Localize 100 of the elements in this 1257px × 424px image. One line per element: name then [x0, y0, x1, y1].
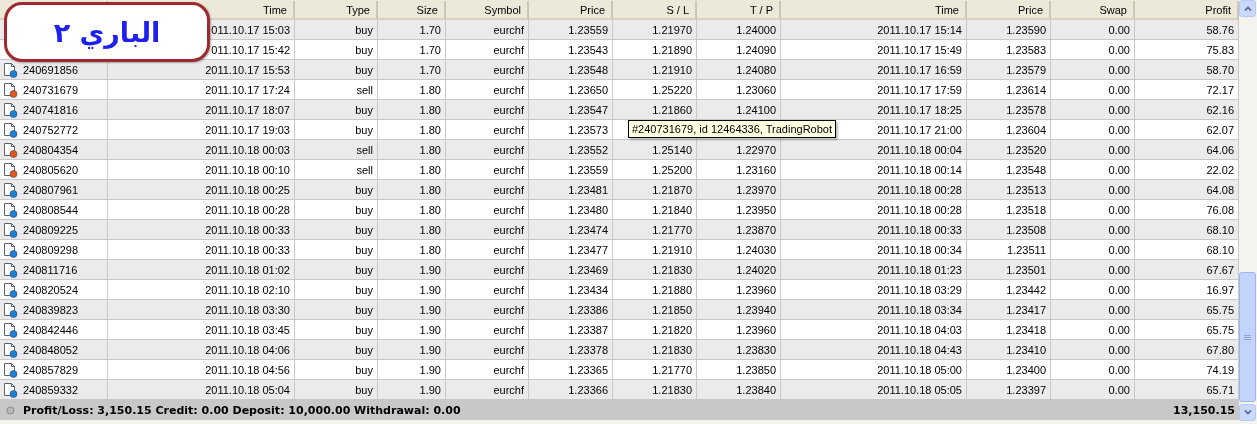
table-cell: eurchf: [493, 263, 524, 276]
table-cell: eurchf: [493, 243, 524, 256]
table-cell: 1.90: [419, 363, 441, 376]
table-cell: eurchf: [493, 23, 524, 36]
table-cell: 64.06: [1206, 143, 1234, 156]
table-cell: 2011.10.18 04:43: [877, 343, 962, 356]
table-cell: 1.80: [419, 183, 441, 196]
table-cell: 0.00: [1108, 263, 1130, 276]
table-cell: 2011.10.18 00:28: [877, 203, 962, 216]
table-cell: 0.00: [1108, 163, 1130, 176]
table-cell: 1.23442: [1006, 283, 1046, 296]
table-cell: buy: [355, 223, 373, 236]
table-cell: 2011.10.18 00:03: [205, 143, 290, 156]
table-cell: 1.23960: [736, 323, 776, 336]
table-cell: eurchf: [493, 123, 524, 136]
table-cell: 0.00: [1108, 343, 1130, 356]
column-header[interactable]: T / P: [749, 4, 773, 16]
table-cell: 1.23590: [1006, 23, 1046, 36]
order-number: 240691856: [23, 63, 79, 76]
table-cell: 1.21870: [652, 183, 692, 196]
table-cell: 1.23840: [736, 383, 776, 396]
table-cell: 2011.10.18 05:04: [205, 383, 290, 396]
table-cell: 2011.10.17 17:24: [205, 83, 290, 96]
column-header[interactable]: Size: [416, 4, 438, 16]
table-cell: 0.00: [1108, 63, 1130, 76]
table-cell: 0.00: [1108, 43, 1130, 56]
table-cell: 62.07: [1206, 123, 1234, 136]
table-cell: 2011.10.18 00:28: [877, 183, 962, 196]
table-cell: 1.23378: [568, 343, 608, 356]
table-cell: 22.02: [1206, 163, 1234, 176]
scroll-up-button[interactable]: [1239, 0, 1256, 17]
document-icon: [3, 381, 18, 398]
column-header[interactable]: Time: [262, 4, 287, 16]
table-cell: eurchf: [493, 383, 524, 396]
table-cell: 0.00: [1108, 183, 1130, 196]
table-cell: 1.23410: [1006, 343, 1046, 356]
table-cell: 2011.10.18 00:28: [205, 203, 290, 216]
table-cell: buy: [355, 103, 373, 116]
order-number: 240809225: [23, 223, 79, 236]
table-cell: 1.21770: [652, 363, 692, 376]
table-cell: 1.21830: [652, 263, 692, 276]
table-cell: 0.00: [1108, 103, 1130, 116]
table-cell: 2011.10.18 03:34: [877, 303, 962, 316]
table-cell: 1.21880: [652, 283, 692, 296]
table-cell: 1.23573: [568, 123, 608, 136]
document-icon: [3, 341, 18, 358]
table-cell: 62.16: [1206, 103, 1234, 116]
table-cell: 1.25220: [652, 83, 692, 96]
table-cell: 0.00: [1108, 383, 1130, 396]
table-cell: eurchf: [493, 223, 524, 236]
table-cell: eurchf: [493, 203, 524, 216]
column-header[interactable]: Price: [1017, 4, 1043, 16]
table-cell: 1.23830: [736, 343, 776, 356]
table-cell: 1.90: [419, 263, 441, 276]
column-header[interactable]: Price: [579, 4, 605, 16]
status-dot-icon: [6, 405, 15, 415]
column-header[interactable]: Profit: [1205, 4, 1231, 16]
table-cell: sell: [356, 83, 373, 96]
table-cell: 2011.10.18 04:06: [205, 343, 290, 356]
table-cell: 1.23543: [568, 43, 608, 56]
table-cell: 67.67: [1206, 263, 1234, 276]
column-header[interactable]: Swap: [1099, 4, 1127, 16]
table-cell: buy: [355, 243, 373, 256]
table-cell: 2011.10.17 15:14: [877, 23, 962, 36]
table-cell: 75.83: [1206, 43, 1234, 56]
table-cell: 58.76: [1206, 23, 1234, 36]
table-cell: 1.80: [419, 143, 441, 156]
table-cell: 2011.10.18 05:05: [877, 383, 962, 396]
table-cell: 1.90: [419, 283, 441, 296]
table-cell: 1.23870: [736, 223, 776, 236]
table-cell: buy: [355, 63, 373, 76]
scroll-down-button[interactable]: [1239, 404, 1256, 421]
table-cell: 67.80: [1206, 343, 1234, 356]
table-cell: 2011.10.18 00:33: [205, 243, 290, 256]
table-cell: 1.23559: [568, 163, 608, 176]
table-cell: 1.23481: [568, 183, 608, 196]
column-header[interactable]: Time: [934, 4, 959, 16]
table-cell: 1.21820: [652, 323, 692, 336]
document-icon: [3, 141, 18, 158]
table-cell: 1.23469: [568, 263, 608, 276]
table-cell: 0.00: [1108, 363, 1130, 376]
table-cell: 1.23650: [568, 83, 608, 96]
table-cell: eurchf: [493, 103, 524, 116]
table-cell: 1.23387: [568, 323, 608, 336]
scrollbar-thumb[interactable]: [1239, 272, 1256, 402]
table-cell: 0.00: [1108, 83, 1130, 96]
table-cell: 1.23365: [568, 363, 608, 376]
table-cell: 1.80: [419, 123, 441, 136]
table-cell: 1.25200: [652, 163, 692, 176]
column-header[interactable]: S / L: [666, 4, 689, 16]
table-cell: eurchf: [493, 183, 524, 196]
table-cell: buy: [355, 323, 373, 336]
table-cell: 1.23418: [1006, 323, 1046, 336]
table-cell: 1.23548: [1006, 163, 1046, 176]
table-cell: 2011.10.18 04:03: [877, 323, 962, 336]
table-cell: buy: [355, 363, 373, 376]
column-header[interactable]: Type: [346, 4, 370, 16]
table-cell: 2011.10.18 03:30: [205, 303, 290, 316]
column-header[interactable]: Symbol: [484, 4, 521, 16]
table-cell: 1.23160: [736, 163, 776, 176]
